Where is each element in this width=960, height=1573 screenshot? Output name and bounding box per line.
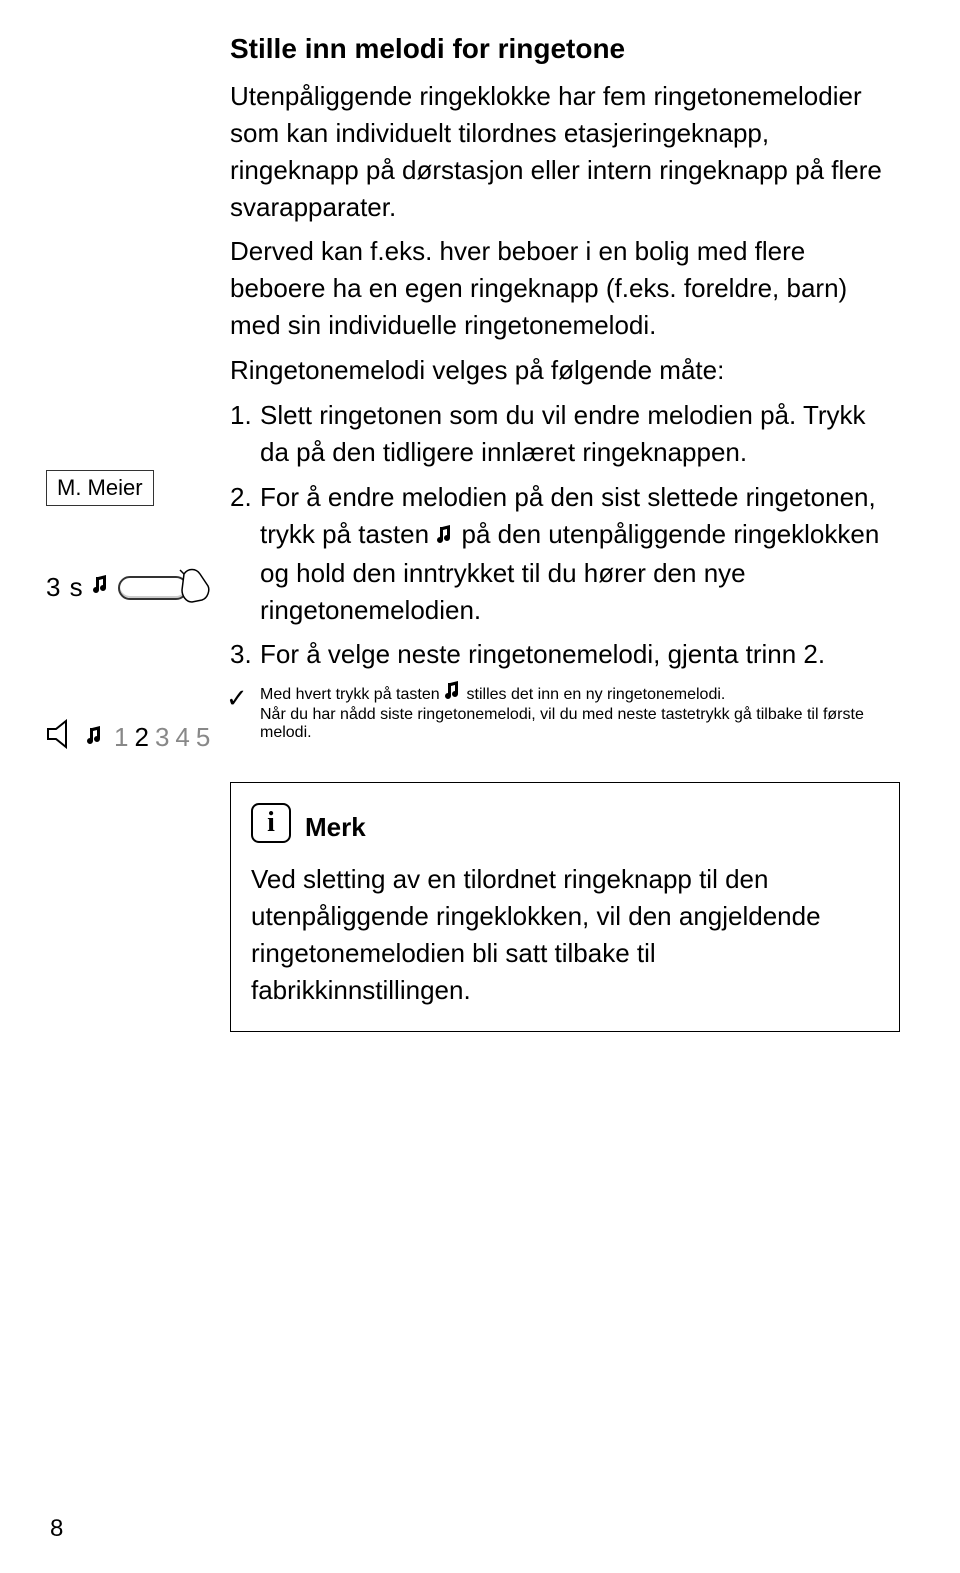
- press-finger-icon: [196, 566, 212, 609]
- melody-step: 3: [155, 722, 175, 752]
- melody-step: 5: [196, 722, 216, 752]
- melody-step: 4: [175, 722, 195, 752]
- press-illustration: 3 s: [46, 566, 221, 609]
- music-note-icon: [92, 575, 110, 600]
- check-text-a: Med hvert trykk på tasten: [260, 686, 444, 703]
- check-text-b: stilles det inn en ny ringetonemelodi.: [462, 686, 725, 703]
- page-number: 8: [50, 1515, 63, 1543]
- steps-list: 1. Slett ringetonen som du vil endre mel…: [230, 397, 900, 673]
- melody-sequence: 12345: [114, 722, 216, 753]
- result-paragraph: ✓ Med hvert trykk på tasten stilles det …: [230, 681, 900, 742]
- melody-step: 1: [114, 722, 134, 752]
- left-column: M. Meier 3 s 12345: [46, 470, 221, 756]
- main-column: Stille inn melodi for ringetone Utenpåli…: [230, 30, 900, 1032]
- melody-sequence-illustration: 12345: [46, 719, 221, 756]
- note-header: i Merk: [251, 803, 879, 843]
- step-number: 2.: [230, 479, 252, 516]
- press-duration: 3 s: [46, 572, 84, 603]
- check-text-c: Når du har nådd siste ringetonemelodi, v…: [260, 706, 864, 741]
- note-box: i Merk Ved sletting av en tilordnet ring…: [230, 782, 900, 1032]
- step-1-text: Slett ringetonen som du vil endre melodi…: [260, 400, 866, 467]
- melody-step-active: 2: [134, 722, 154, 752]
- step-3: 3. For å velge neste ringetonemelodi, gj…: [230, 636, 900, 673]
- music-note-icon: [444, 681, 462, 706]
- step-1: 1. Slett ringetonen som du vil endre mel…: [230, 397, 900, 471]
- step-2: 2. For å endre melodien på den sist slet…: [230, 479, 900, 629]
- note-title: Merk: [305, 812, 366, 843]
- manual-page: Stille inn melodi for ringetone Utenpåli…: [0, 0, 960, 1573]
- intro-paragraph-2: Derved kan f.eks. hver beboer i en bolig…: [230, 233, 900, 344]
- step-number: 1.: [230, 397, 252, 434]
- speaker-icon: [46, 719, 76, 756]
- step-3-text: For å velge neste ringetonemelodi, gjent…: [260, 639, 825, 669]
- note-body: Ved sletting av en tilordnet ringeknapp …: [251, 861, 879, 1009]
- intro-paragraph-1: Utenpåliggende ringeklokke har fem ringe…: [230, 78, 900, 226]
- intro-paragraph-3: Ringetonemelodi velges på følgende måte:: [230, 352, 900, 389]
- checkmark-icon: ✓: [226, 683, 248, 714]
- section-title: Stille inn melodi for ringetone: [230, 30, 900, 68]
- info-icon: i: [251, 803, 291, 843]
- step-number: 3.: [230, 636, 252, 673]
- music-note-icon: [86, 722, 104, 753]
- nameplate-label: M. Meier: [46, 470, 154, 506]
- music-note-icon: [436, 518, 454, 555]
